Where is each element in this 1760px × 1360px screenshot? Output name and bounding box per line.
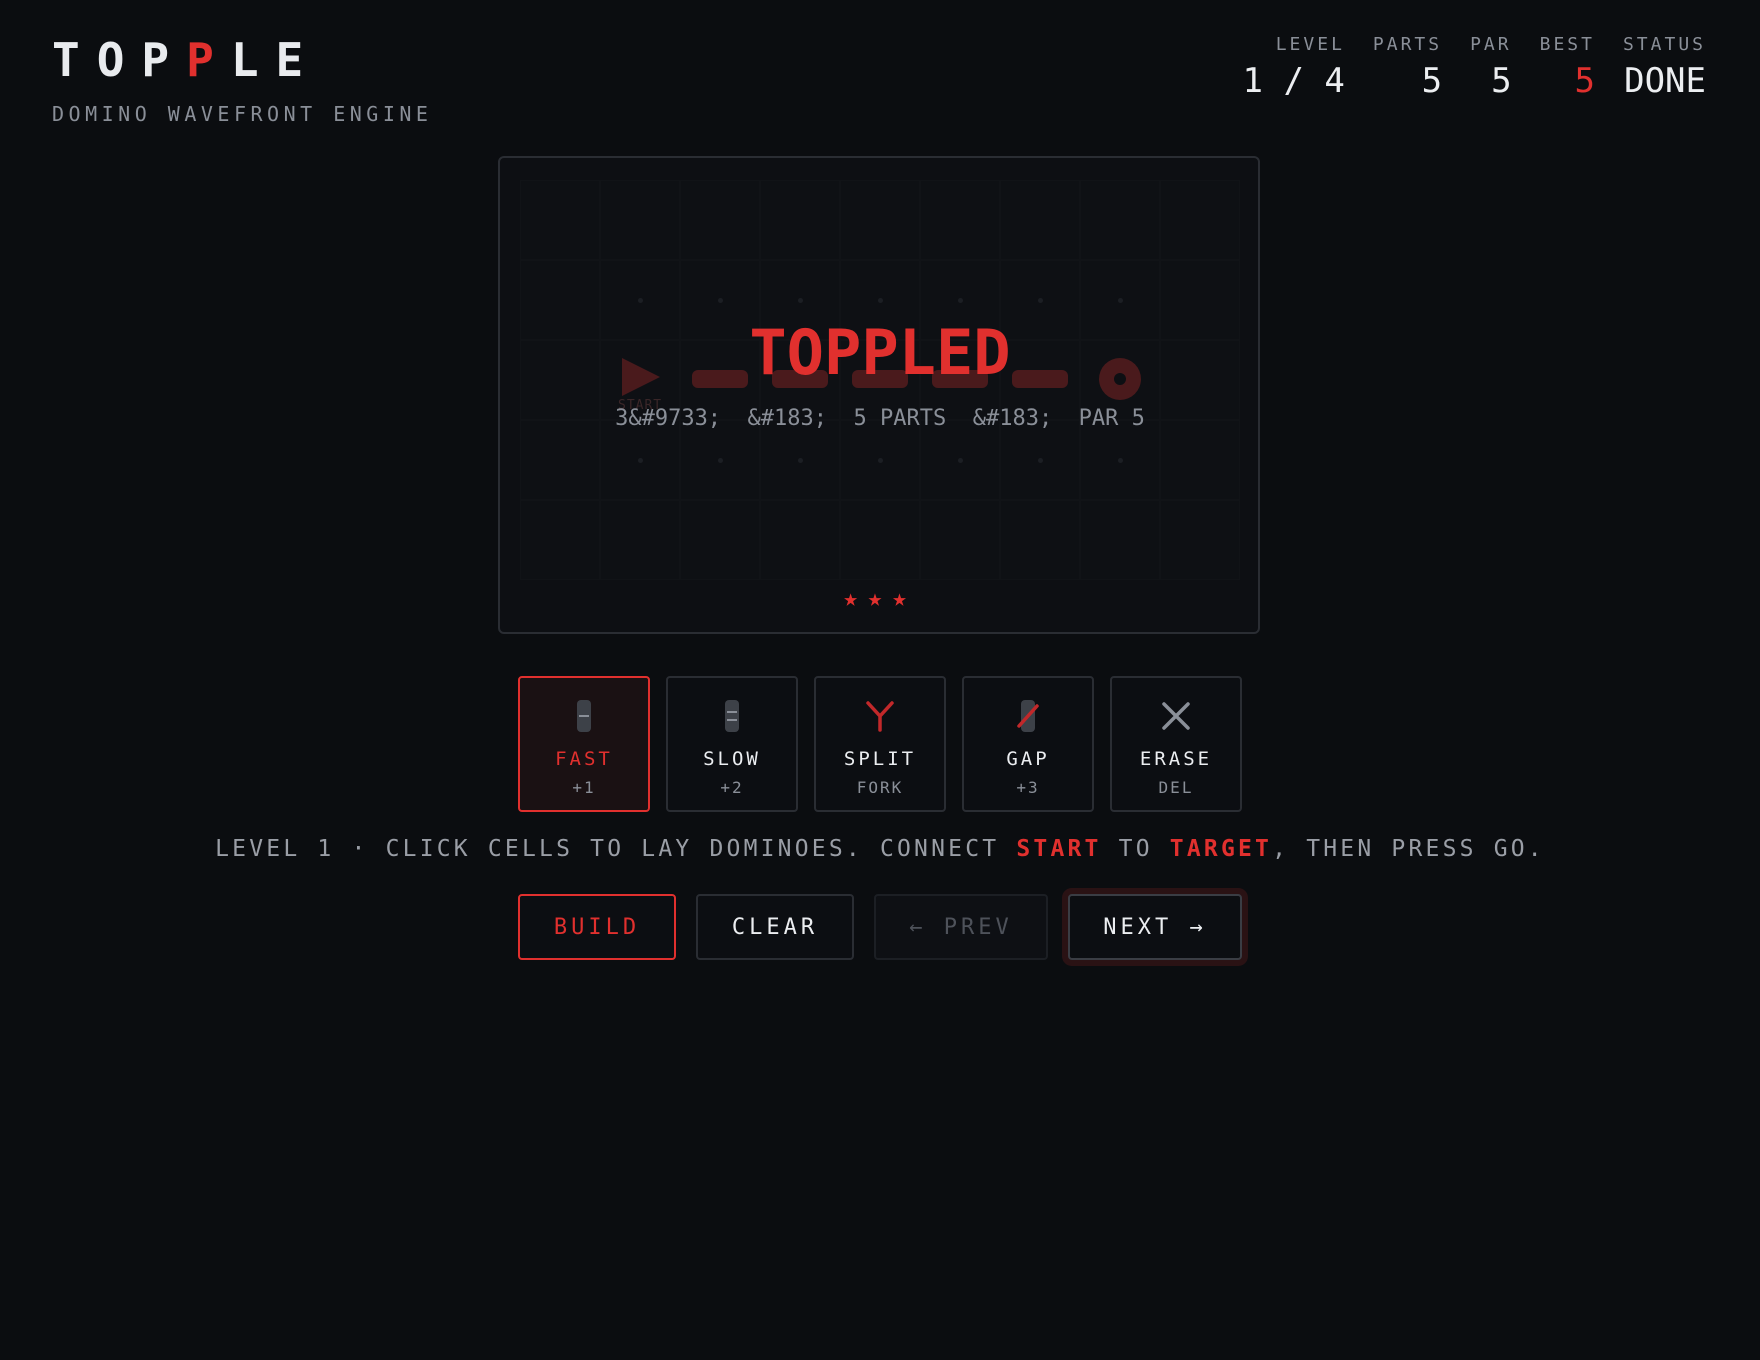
board-cell[interactable] [1080,500,1160,580]
tool-cost: +1 [572,778,596,797]
gap-domino-icon [964,698,1092,734]
tool-split[interactable]: SPLIT FORK [814,676,946,812]
stat-label: STATUS [1622,34,1706,55]
board-cell[interactable] [920,500,1000,580]
tool-cost: +3 [1016,778,1040,797]
board-cell[interactable] [1160,420,1240,500]
board-cell[interactable] [680,500,760,580]
logo-letter: P [141,33,187,87]
logo-letter: T [52,33,97,87]
board-cell[interactable] [600,500,680,580]
stat-label: LEVEL [1275,34,1345,55]
tool-fast[interactable]: FAST +1 [518,676,650,812]
stat-value: 5 [1491,61,1512,101]
tool-label: GAP [1006,748,1050,770]
slow-domino-icon [668,698,796,734]
board-cell[interactable] [1160,180,1240,260]
board-cell[interactable] [760,500,840,580]
logo-letter-accent: P [186,33,231,87]
stats-panel: LEVEL 1 / 4 PARTS 5 PAR 5 BEST 5 STATUS … [1243,34,1706,102]
board-cell[interactable] [1160,500,1240,580]
tool-cost: FORK [856,778,904,797]
stat-label: PARTS [1372,34,1443,55]
tool-label: FAST [555,748,613,770]
result-summary: 3&#9733; &#183; 5 PARTS &#183; PAR 5 [615,406,1145,431]
stat-par: PAR 5 [1470,34,1512,102]
board-cell[interactable] [840,180,920,260]
board-cell[interactable] [760,180,840,260]
tool-label: SPLIT [843,748,917,770]
logo-letter: L [230,33,276,87]
instruction-suffix: , THEN PRESS GO. [1272,836,1545,862]
board-cell[interactable] [680,180,760,260]
fast-domino-icon [520,698,648,734]
board-cell[interactable] [1080,420,1160,500]
board-cell[interactable] [680,420,760,500]
tool-gap[interactable]: GAP +3 [962,676,1094,812]
tool-cost: DEL [1158,778,1194,797]
board-cell[interactable] [760,420,840,500]
split-fork-icon [816,698,944,734]
erase-x-icon [1112,698,1240,734]
board-cell[interactable] [520,500,600,580]
stat-value: 1 / 4 [1242,61,1345,101]
board-cell[interactable] [920,420,1000,500]
tool-erase[interactable]: ERASE DEL [1110,676,1242,812]
board-cell[interactable] [920,180,1000,260]
stat-best: BEST 5 [1540,34,1595,102]
star-icon: ★ [843,584,868,612]
board-cell[interactable] [520,180,600,260]
board-cell[interactable] [600,420,680,500]
toppled-title: TOPPLED [749,316,1011,389]
board-cell[interactable] [1080,180,1160,260]
prev-button[interactable]: ← PREV [874,894,1048,960]
tool-cost: +2 [720,778,744,797]
stat-value: 5 [1574,61,1595,101]
instruction-middle: TO [1101,836,1170,862]
board-cell[interactable] [1000,180,1080,260]
star-rating: ★★★ [520,584,1240,612]
instruction-prefix: LEVEL 1 · CLICK CELLS TO LAY DOMINOES. C… [215,836,1017,862]
brand: TOPPLE DOMINO WAVEFRONT ENGINE [52,34,432,126]
board-cell[interactable] [1000,420,1080,500]
tagline: DOMINO WAVEFRONT ENGINE [52,102,433,126]
stat-label: BEST [1539,34,1595,55]
board-cell[interactable] [1000,500,1080,580]
board-cell[interactable] [520,420,600,500]
star-icon: ★ [867,584,893,612]
tool-label: SLOW [703,748,761,770]
build-button[interactable]: BUILD [518,894,676,960]
app-logo: TOPPLE [52,34,432,86]
tool-label: ERASE [1139,748,1213,770]
board-cell[interactable] [600,180,680,260]
next-button[interactable]: NEXT → [1068,894,1242,960]
instruction-target: TARGET [1169,836,1273,862]
stat-level: LEVEL 1 / 4 [1243,34,1345,102]
logo-letter: O [96,33,142,87]
board-cell[interactable] [840,500,920,580]
instruction-text: LEVEL 1 · CLICK CELLS TO LAY DOMINOES. C… [0,836,1760,862]
stat-parts: PARTS 5 [1373,34,1442,102]
board-cell[interactable] [840,420,920,500]
logo-letter: E [275,33,321,87]
star-icon: ★ [892,584,917,612]
stat-value: DONE [1624,61,1706,101]
stat-value: 5 [1421,61,1443,101]
clear-button[interactable]: CLEAR [696,894,854,960]
instruction-start: START [1016,836,1102,862]
stat-label: PAR [1470,34,1512,55]
tool-slow[interactable]: SLOW +2 [666,676,798,812]
stat-status: STATUS DONE [1623,34,1706,102]
